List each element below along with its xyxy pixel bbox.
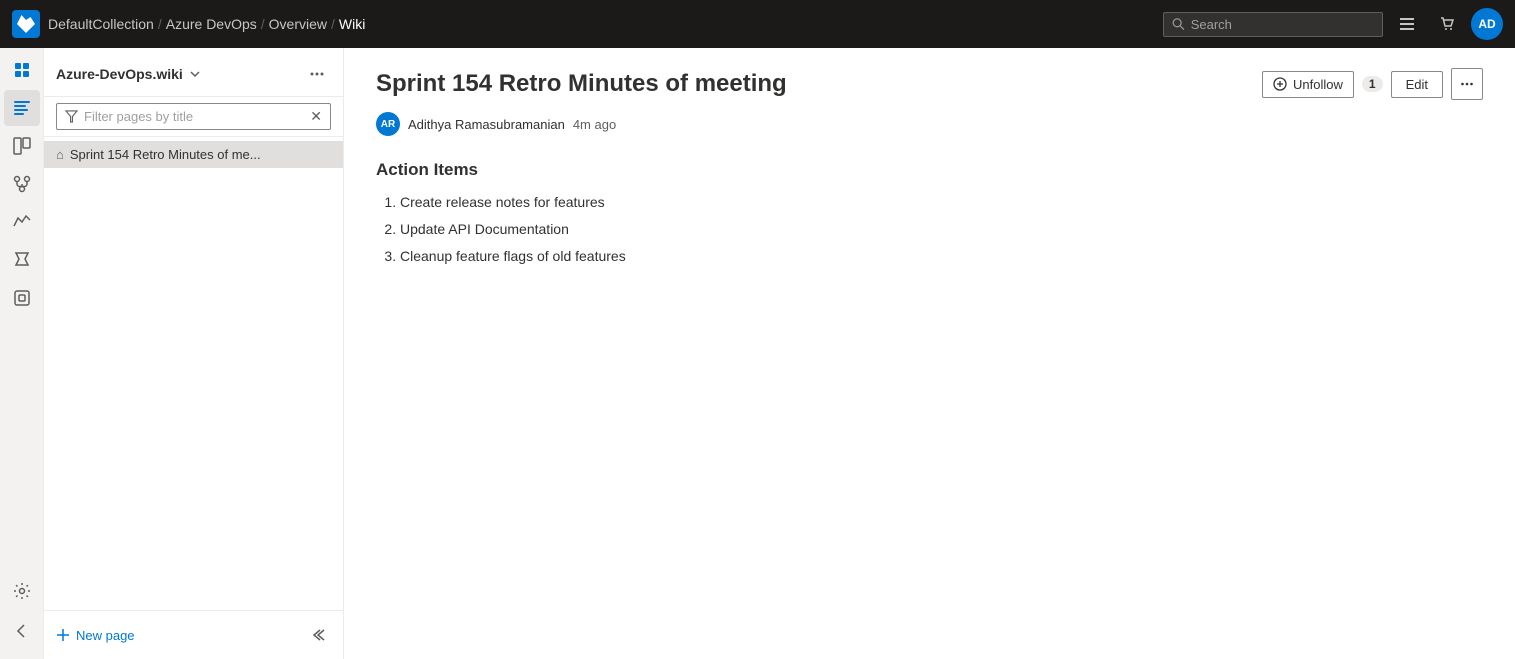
content-header: Sprint 154 Retro Minutes of meeting Unfo… [376,68,1483,100]
unfollow-icon [1273,77,1287,91]
app-logo[interactable] [12,10,40,38]
page-body: Action Items Create release notes for fe… [376,160,1483,267]
follower-count: 1 [1362,76,1383,92]
breadcrumb-sep-1: / [261,16,265,32]
list-view-icon[interactable] [1391,8,1423,40]
rail-home-icon[interactable] [4,52,40,88]
topbar-right: AD [1163,8,1503,40]
rail-artifacts-icon[interactable] [4,280,40,316]
page-meta: AR Adithya Ramasubramanian 4m ago [376,112,1483,136]
breadcrumb: DefaultCollection / Azure DevOps / Overv… [48,16,365,32]
filter-icon [65,110,78,123]
more-options-button[interactable] [1451,68,1483,100]
time-ago: 4m ago [573,117,616,132]
topbar: DefaultCollection / Azure DevOps / Overv… [0,0,1515,48]
new-page-button[interactable]: New page [56,628,135,643]
sidebar-more-button[interactable] [303,60,331,88]
breadcrumb-item-1[interactable]: Azure DevOps [166,16,257,32]
author-name: Adithya Ramasubramanian [408,117,565,132]
breadcrumb-item-3[interactable]: Wiki [339,16,365,32]
page-actions: Unfollow 1 Edit [1262,68,1483,100]
page-title: Sprint 154 Retro Minutes of meeting [376,70,787,98]
shopping-icon[interactable] [1431,8,1463,40]
user-avatar[interactable]: AD [1471,8,1503,40]
author-avatar: AR [376,112,400,136]
sidebar-pages: ⌂ Sprint 154 Retro Minutes of me... [44,137,343,610]
rail-testplans-icon[interactable] [4,242,40,278]
breadcrumb-item-0[interactable]: DefaultCollection [48,16,154,32]
search-icon [1172,17,1185,31]
new-page-label: New page [76,628,135,643]
home-page-icon: ⌂ [56,147,64,162]
unfollow-label: Unfollow [1293,77,1343,92]
breadcrumb-sep-0: / [158,16,162,32]
sidebar-footer: New page [44,610,343,659]
sidebar-collapse-button[interactable] [303,621,331,649]
action-item-0: Create release notes for features [400,192,1483,213]
search-box[interactable] [1163,12,1383,37]
rail-pipelines-icon[interactable] [4,204,40,240]
breadcrumb-sep-2: / [331,16,335,32]
sidebar-filter: ✕ [44,97,343,137]
action-item-1: Update API Documentation [400,219,1483,240]
plus-icon [56,628,70,642]
rail-wiki-icon[interactable] [4,90,40,126]
filter-clear-button[interactable]: ✕ [310,108,322,125]
rail-boards-icon[interactable] [4,128,40,164]
action-item-2: Cleanup feature flags of old features [400,246,1483,267]
section-heading: Action Items [376,160,1483,180]
page-item-label-0: Sprint 154 Retro Minutes of me... [70,147,261,162]
wiki-title-row[interactable]: Azure-DevOps.wiki [56,66,201,82]
breadcrumb-item-2[interactable]: Overview [269,16,327,32]
wiki-title: Azure-DevOps.wiki [56,66,183,82]
page-item-0[interactable]: ⌂ Sprint 154 Retro Minutes of me... [44,141,343,168]
rail-bottom [4,573,40,651]
unfollow-button[interactable]: Unfollow [1262,71,1354,98]
left-rail [0,48,44,659]
rail-settings-icon[interactable] [4,573,40,609]
search-input[interactable] [1191,17,1374,32]
rail-repos-icon[interactable] [4,166,40,202]
action-items-list: Create release notes for features Update… [400,192,1483,267]
filter-input[interactable] [84,109,304,124]
main-area: Azure-DevOps.wiki ✕ ⌂ [0,48,1515,659]
chevron-down-icon [189,68,201,80]
content-area: Sprint 154 Retro Minutes of meeting Unfo… [344,48,1515,659]
sidebar: Azure-DevOps.wiki ✕ ⌂ [44,48,344,659]
filter-input-wrap[interactable]: ✕ [56,103,331,130]
rail-collapse-icon[interactable] [4,613,40,649]
sidebar-header: Azure-DevOps.wiki [44,48,343,97]
edit-button[interactable]: Edit [1391,71,1443,98]
